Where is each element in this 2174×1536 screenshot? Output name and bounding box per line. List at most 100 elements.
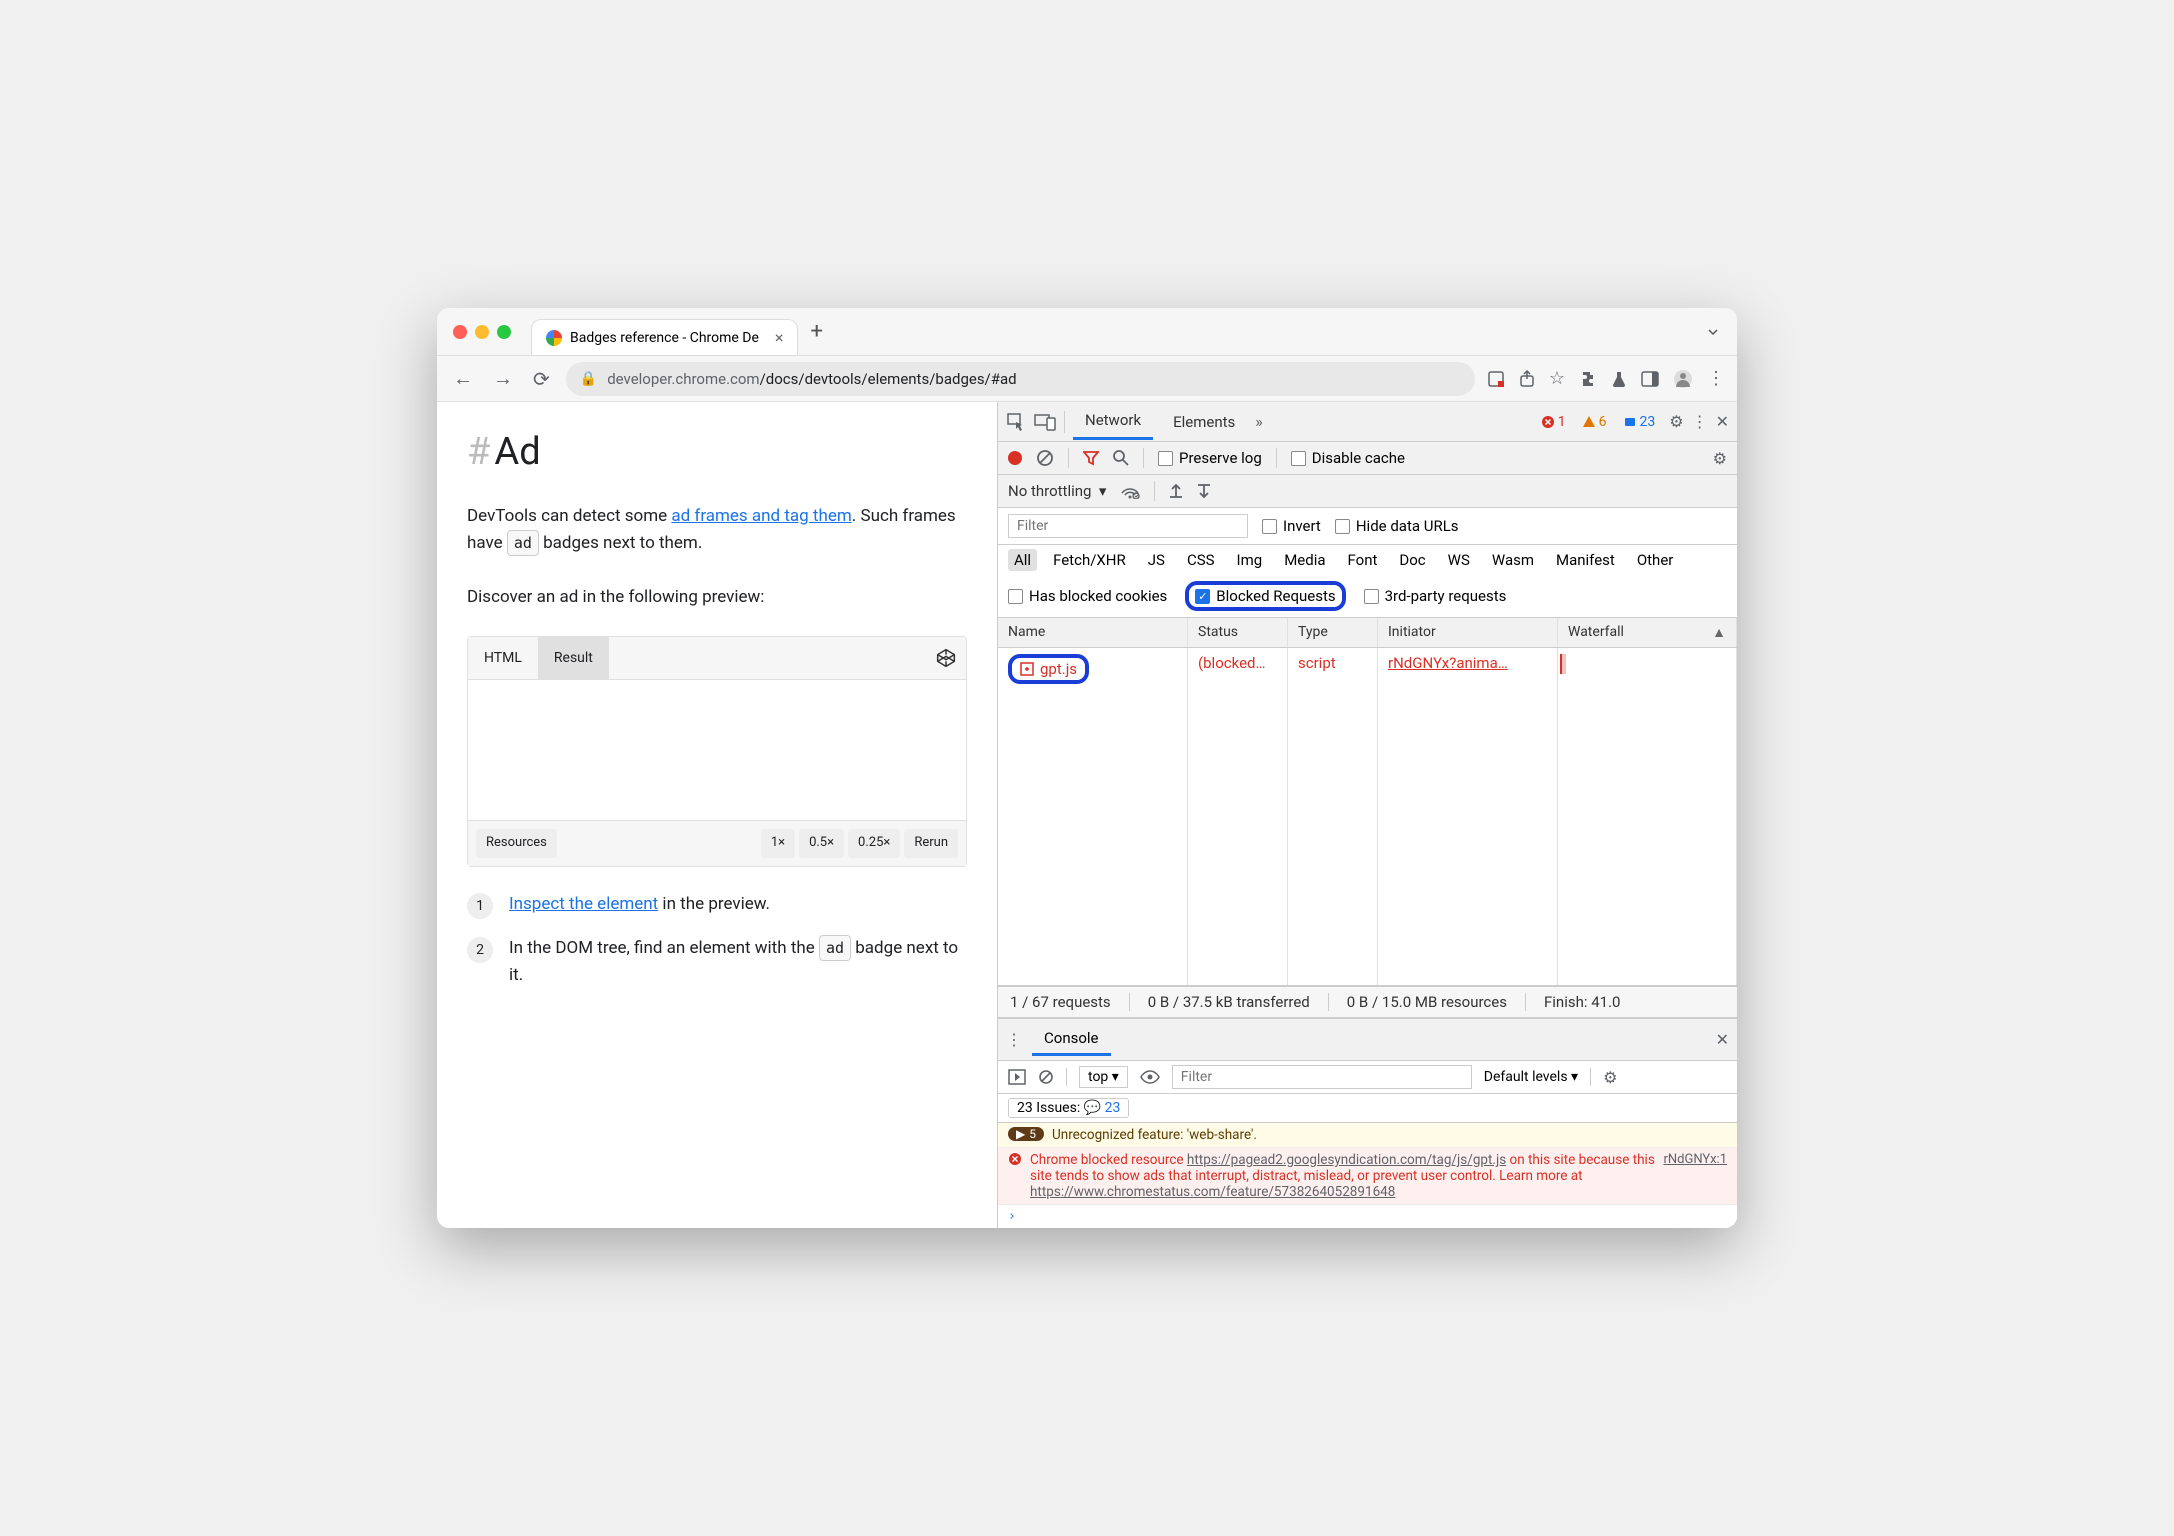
network-settings-icon[interactable]: ⚙ <box>1713 449 1727 468</box>
expand-icon[interactable]: ▶ 5 <box>1008 1127 1044 1141</box>
more-tabs-icon[interactable]: » <box>1255 412 1263 431</box>
filter-font[interactable]: Font <box>1342 549 1384 571</box>
console-prompt[interactable]: › <box>998 1205 1737 1228</box>
tab-elements[interactable]: Elements <box>1161 405 1247 439</box>
profile-icon[interactable] <box>1673 369 1693 389</box>
play-icon[interactable] <box>1008 1069 1026 1085</box>
blocked-requests-checkbox[interactable]: ✓Blocked Requests <box>1195 587 1335 605</box>
url-bar[interactable]: 🔒 developer.chrome.com/docs/devtools/ele… <box>566 362 1475 396</box>
filter-ws[interactable]: WS <box>1442 549 1476 571</box>
invert-checkbox[interactable]: Invert <box>1262 517 1321 535</box>
col-type[interactable]: Type <box>1288 618 1378 647</box>
throttling-dropdown[interactable]: No throttling ▾ <box>1008 482 1106 500</box>
resources-button[interactable]: Resources <box>476 829 557 858</box>
chrome-favicon <box>546 330 562 346</box>
console-filter-input[interactable] <box>1172 1065 1472 1089</box>
bookmark-icon[interactable]: ☆ <box>1549 368 1565 389</box>
settings-icon[interactable]: ⚙ <box>1669 412 1683 431</box>
filter-media[interactable]: Media <box>1278 549 1331 571</box>
filter-wasm[interactable]: Wasm <box>1486 549 1540 571</box>
levels-dropdown[interactable]: Default levels ▾ <box>1484 1069 1578 1085</box>
blocked-cookies-checkbox[interactable]: Has blocked cookies <box>1008 587 1167 605</box>
filter-input[interactable] <box>1008 514 1248 538</box>
tab-network[interactable]: Network <box>1073 403 1153 440</box>
close-console-icon[interactable]: ✕ <box>1716 1030 1729 1049</box>
zoom-025x[interactable]: 0.25× <box>848 829 900 858</box>
hide-data-urls-checkbox[interactable]: Hide data URLs <box>1335 517 1459 535</box>
url-text: developer.chrome.com/docs/devtools/eleme… <box>607 370 1016 388</box>
back-button[interactable]: ← <box>449 362 477 395</box>
zoom-05x[interactable]: 0.5× <box>799 829 844 858</box>
col-waterfall[interactable]: Waterfall▲ <box>1558 618 1737 647</box>
close-devtools-icon[interactable]: ✕ <box>1716 412 1729 431</box>
record-button[interactable] <box>1008 451 1022 465</box>
filter-css[interactable]: CSS <box>1181 549 1221 571</box>
filter-all[interactable]: All <box>1008 549 1037 571</box>
console-menu-icon[interactable]: ⋮ <box>1006 1030 1022 1049</box>
intro-paragraph: DevTools can detect some ad frames and t… <box>467 503 967 557</box>
labs-icon[interactable] <box>1611 370 1627 388</box>
filter-doc[interactable]: Doc <box>1393 549 1431 571</box>
export-icon[interactable] <box>1197 483 1211 499</box>
zoom-1x[interactable]: 1× <box>761 829 795 858</box>
import-icon[interactable] <box>1169 483 1183 499</box>
filter-js[interactable]: JS <box>1142 549 1171 571</box>
filter-img[interactable]: Img <box>1231 549 1269 571</box>
tab-html[interactable]: HTML <box>468 637 538 679</box>
install-icon[interactable] <box>1487 370 1505 388</box>
console-settings-icon[interactable]: ⚙ <box>1603 1068 1617 1087</box>
context-dropdown[interactable]: top ▾ <box>1079 1066 1128 1088</box>
clear-console-icon[interactable] <box>1038 1069 1054 1085</box>
codepen-icon[interactable] <box>936 648 956 668</box>
col-name[interactable]: Name <box>998 618 1188 647</box>
preserve-log-checkbox[interactable]: Preserve log <box>1158 449 1262 467</box>
tab-console[interactable]: Console <box>1032 1023 1111 1056</box>
network-conditions-icon[interactable] <box>1120 483 1140 499</box>
error-chips[interactable]: 1 6 23 <box>1535 413 1662 431</box>
close-tab-icon[interactable]: × <box>775 328 784 347</box>
col-initiator[interactable]: Initiator <box>1378 618 1558 647</box>
reload-button[interactable]: ⟳ <box>529 363 554 395</box>
browser-tab[interactable]: Badges reference - Chrome De × <box>531 319 798 355</box>
search-icon[interactable] <box>1113 450 1129 466</box>
maximize-window[interactable] <box>497 325 511 339</box>
third-party-checkbox[interactable]: 3rd-party requests <box>1364 587 1507 605</box>
table-row[interactable]: gpt.js (blocked… script rNdGNYx?anima… <box>998 648 1737 690</box>
waterfall-bar <box>1560 654 1566 674</box>
console-error[interactable]: Chrome blocked resource https://pagead2.… <box>998 1148 1737 1205</box>
blocked-requests-highlight: ✓Blocked Requests <box>1185 581 1345 611</box>
step-number: 1 <box>467 893 493 919</box>
console-warning[interactable]: ▶ 5 Unrecognized feature: 'web-share'. <box>998 1123 1737 1148</box>
clear-icon[interactable] <box>1036 449 1054 467</box>
forward-button[interactable]: → <box>489 362 517 395</box>
new-tab-button[interactable]: + <box>810 319 822 344</box>
side-panel-icon[interactable] <box>1641 371 1659 387</box>
eye-icon[interactable] <box>1140 1070 1160 1084</box>
minimize-window[interactable] <box>475 325 489 339</box>
rerun-button[interactable]: Rerun <box>904 829 958 858</box>
close-window[interactable] <box>453 325 467 339</box>
filter-fetch[interactable]: Fetch/XHR <box>1047 549 1132 571</box>
error-source-link[interactable]: rNdGNYx:1 <box>1663 1152 1727 1167</box>
filter-manifest[interactable]: Manifest <box>1550 549 1621 571</box>
content-area: #Ad DevTools can detect some ad frames a… <box>437 402 1737 1228</box>
inspect-link[interactable]: Inspect the element <box>509 894 658 914</box>
kebab-icon[interactable]: ⋮ <box>1692 412 1708 431</box>
menu-icon[interactable]: ⋮ <box>1707 368 1725 389</box>
filter-other[interactable]: Other <box>1631 549 1680 571</box>
devtools-panel: Network Elements » 1 6 23 ⚙ ⋮ ✕ <box>997 402 1737 1228</box>
issues-row[interactable]: 23 Issues: 💬 23 <box>998 1094 1737 1123</box>
tab-result[interactable]: Result <box>538 637 609 679</box>
device-icon[interactable] <box>1034 413 1056 431</box>
share-icon[interactable] <box>1519 370 1535 388</box>
filter-icon[interactable] <box>1083 450 1099 466</box>
col-status[interactable]: Status <box>1188 618 1288 647</box>
disable-cache-checkbox[interactable]: Disable cache <box>1291 449 1405 467</box>
inspect-icon[interactable] <box>1006 412 1026 432</box>
discover-text: Discover an ad in the following preview: <box>467 584 967 611</box>
toolbar-right: ☆ ⋮ <box>1487 368 1725 389</box>
tabs-dropdown-icon[interactable] <box>1705 324 1721 340</box>
ad-frames-link[interactable]: ad frames and tag them <box>671 506 851 526</box>
page-content: #Ad DevTools can detect some ad frames a… <box>437 402 997 1228</box>
extensions-icon[interactable] <box>1579 370 1597 388</box>
